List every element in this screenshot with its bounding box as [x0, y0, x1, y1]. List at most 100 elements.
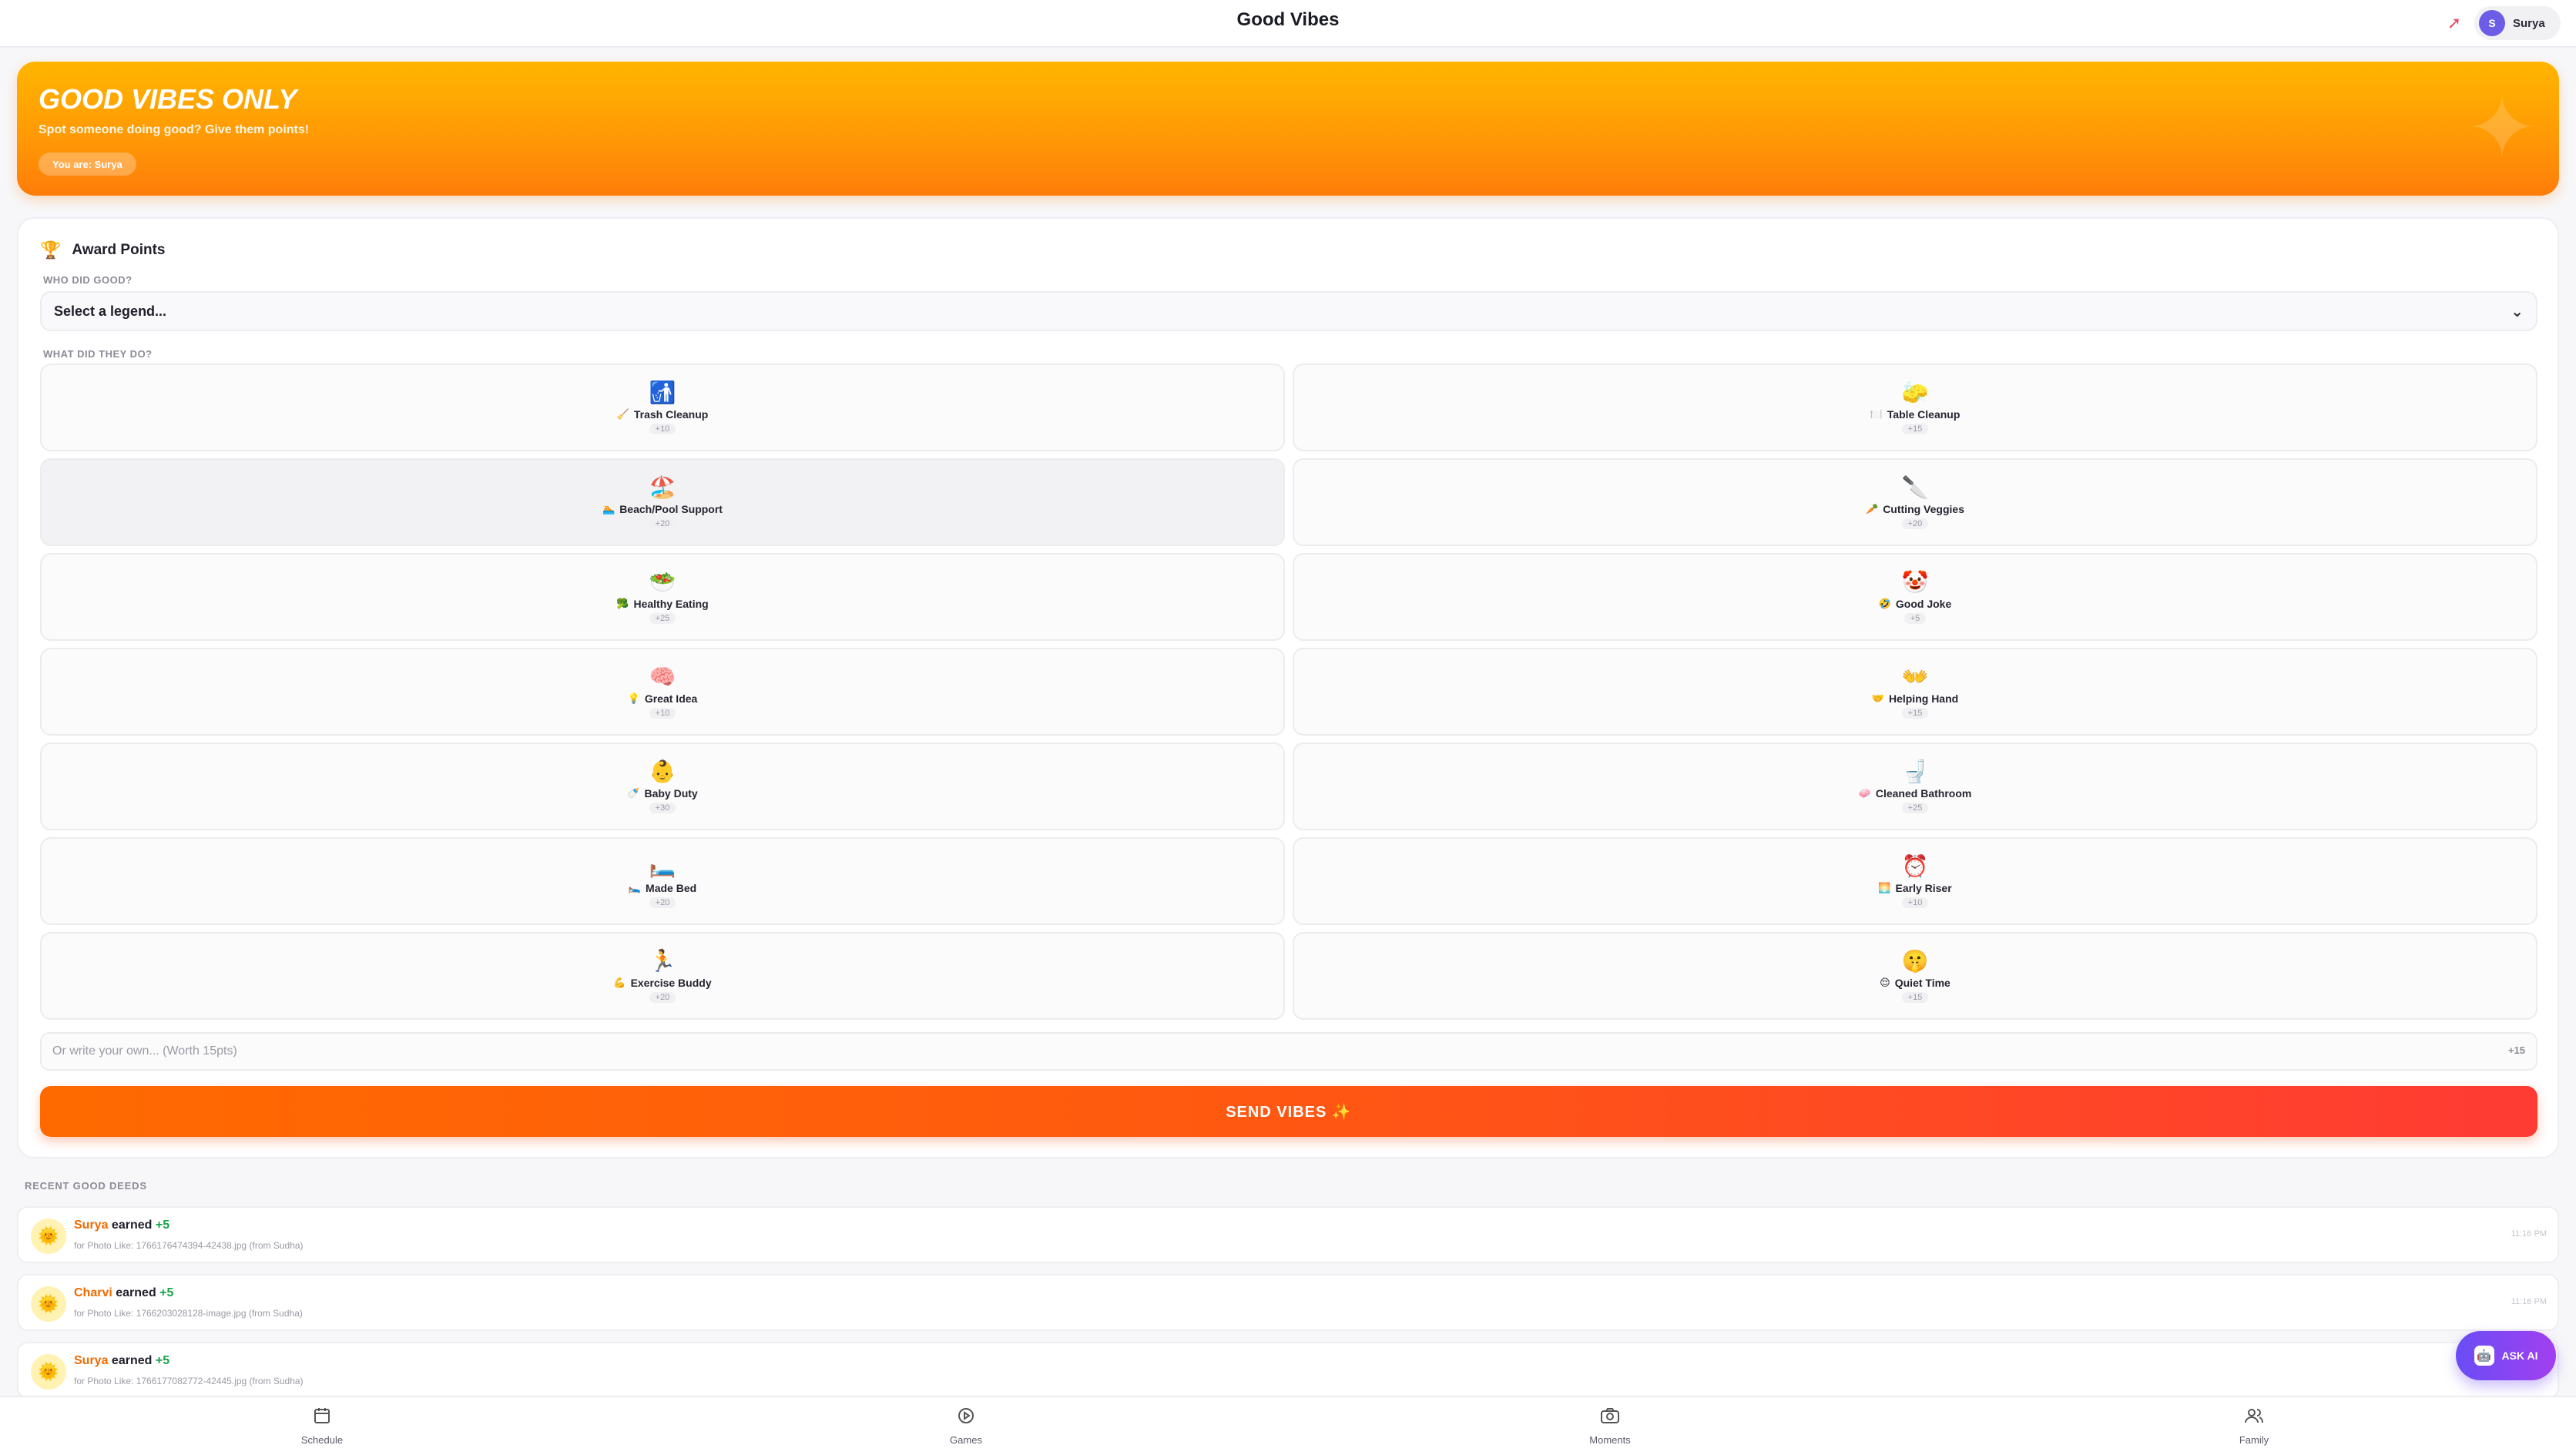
what-label: WHAT DID THEY DO?	[43, 348, 153, 360]
deed-name: 🧹 Trash Cleanup	[617, 408, 709, 421]
feed-item: 🌞 Charvi earned +5 for Photo Like: 1766203…	[17, 1274, 2559, 1331]
feed-user[interactable]: Charvi	[74, 1286, 112, 1299]
feed-amount: +5	[159, 1286, 174, 1299]
deed-option[interactable]: 🧽 🍽️ Table Cleanup +15	[1293, 364, 2537, 451]
deed-label: Helping Hand	[1888, 692, 1959, 705]
nav-schedule[interactable]: Schedule	[0, 1397, 644, 1455]
play-circle-icon	[957, 1406, 975, 1430]
deed-name: 💪 Exercise Buddy	[613, 977, 711, 989]
deed-emoji-icon: 🛏️	[649, 854, 676, 878]
legend-select-value: Select a legend...	[54, 303, 167, 319]
deed-label: Cutting Veggies	[1883, 503, 1964, 515]
feed-earned: earned	[111, 1354, 153, 1367]
deed-small-icon: 😌	[1880, 977, 1890, 988]
who-label: WHO DID GOOD?	[43, 274, 132, 286]
deed-label: Table Cleanup	[1887, 408, 1961, 421]
deed-emoji-icon: ⏰	[1901, 854, 1929, 878]
deed-points: +15	[1901, 424, 1929, 434]
custom-deed-input[interactable]: Or write your own... (Worth 15pts) +15	[40, 1032, 2537, 1071]
custom-deed-placeholder: Or write your own... (Worth 15pts)	[52, 1044, 237, 1058]
deed-option[interactable]: 🤡 🤣 Good Joke +5	[1293, 553, 2537, 641]
deed-points: +15	[1901, 992, 1929, 1003]
sun-icon: 🌞	[31, 1219, 66, 1254]
banner-title: GOOD VIBES ONLY	[39, 83, 297, 115]
recent-title: RECENT GOOD DEEDS	[25, 1180, 147, 1192]
feed-headline: Surya earned +5	[74, 1354, 169, 1368]
banner-subtitle: Spot someone doing good? Give them point…	[39, 123, 310, 136]
deed-emoji-icon: 🏖️	[649, 475, 676, 499]
deed-name: 🤝 Helping Hand	[1872, 692, 1958, 705]
deed-label: Exercise Buddy	[630, 977, 712, 989]
deed-points: +25	[1901, 803, 1929, 813]
user-name: Surya	[2513, 16, 2545, 30]
feed-detail: for Photo Like: 1766176474394-42438.jpg …	[74, 1240, 304, 1251]
deed-option[interactable]: 🛏️ 🛌 Made Bed +20	[40, 837, 1285, 925]
deed-small-icon: 🍽️	[1870, 408, 1883, 420]
trophy-icon: 🏆	[40, 240, 62, 260]
feed-detail: for Photo Like: 1766203028128-image.jpg …	[74, 1308, 303, 1319]
feed-amount: +5	[155, 1219, 170, 1232]
deed-option[interactable]: ⏰ 🌅 Early Riser +10	[1293, 837, 2537, 925]
deed-name: 🧼 Cleaned Bathroom	[1859, 787, 1972, 800]
bottom-nav: Schedule Games Moments Family	[0, 1396, 2576, 1455]
deed-label: Beach/Pool Support	[619, 503, 723, 515]
feed-headline: Charvi earned +5	[74, 1286, 173, 1300]
deed-label: Made Bed	[646, 882, 697, 894]
deed-option[interactable]: 👐 🤝 Helping Hand +15	[1293, 648, 2537, 736]
deed-option[interactable]: 🏃 💪 Exercise Buddy +20	[40, 932, 1285, 1020]
deed-option[interactable]: 🏖️ 🏊 Beach/Pool Support +20	[40, 458, 1285, 546]
feed-amount: +5	[155, 1354, 170, 1367]
deed-option[interactable]: 🥗 🥦 Healthy Eating +25	[40, 553, 1285, 641]
deed-label: Great Idea	[644, 692, 698, 705]
sun-icon: 🌞	[31, 1354, 66, 1390]
deed-option[interactable]: 🤫 😌 Quiet Time +15	[1293, 932, 2537, 1020]
deed-emoji-icon: 🚮	[649, 381, 676, 404]
feed-user[interactable]: Surya	[74, 1219, 108, 1232]
deed-grid: 🚮 🧹 Trash Cleanup +10 🧽 🍽️ Table Cleanup +15 🏖️ 🏊…	[40, 364, 2537, 1020]
deed-name: 🌅 Early Riser	[1878, 882, 1951, 894]
feed-item: 🌞 Surya earned +5 for Photo Like: 17661764…	[17, 1206, 2559, 1263]
deed-option[interactable]: 🚽 🧼 Cleaned Bathroom +25	[1293, 743, 2537, 830]
nav-family[interactable]: Family	[1932, 1397, 2576, 1455]
deed-option[interactable]: 🔪 🥕 Cutting Veggies +20	[1293, 458, 2537, 546]
send-vibes-button[interactable]: SEND VIBES ✨	[40, 1086, 2537, 1137]
award-points-card: 🏆 Award Points WHO DID GOOD? Select a le…	[17, 217, 2559, 1158]
deed-points: +30	[649, 803, 676, 813]
deed-points: +10	[649, 708, 676, 719]
deed-name: 😌 Quiet Time	[1880, 977, 1950, 989]
deed-emoji-icon: 🥗	[649, 570, 676, 594]
deed-name: 🍼 Baby Duty	[627, 787, 697, 800]
nav-label: Games	[950, 1434, 982, 1446]
deed-label: Healthy Eating	[633, 598, 709, 610]
deed-emoji-icon: 🔪	[1901, 475, 1929, 499]
nav-label: Family	[2239, 1434, 2269, 1446]
app-title: Good Vibes	[1236, 9, 1340, 30]
deed-small-icon: 🛌	[628, 882, 642, 893]
ask-ai-label: ASK AI	[2501, 1349, 2538, 1362]
card-header: 🏆 Award Points	[40, 240, 165, 260]
deed-name: 🍽️ Table Cleanup	[1870, 408, 1961, 421]
deed-emoji-icon: 🧠	[649, 665, 676, 689]
nav-moments[interactable]: Moments	[1288, 1397, 1932, 1455]
deed-small-icon: 🧹	[616, 408, 629, 420]
feed-earned: earned	[116, 1286, 156, 1299]
nav-games[interactable]: Games	[644, 1397, 1288, 1455]
user-menu[interactable]: S Surya	[2474, 6, 2561, 40]
deed-small-icon: 💪	[613, 977, 626, 988]
deed-small-icon: 🏊	[602, 503, 615, 515]
feed-user[interactable]: Surya	[74, 1354, 108, 1367]
camera-icon	[1600, 1406, 1620, 1430]
deed-label: Baby Duty	[644, 787, 698, 800]
deed-label: Trash Cleanup	[633, 408, 709, 421]
deed-option[interactable]: 👶 🍼 Baby Duty +30	[40, 743, 1285, 830]
deed-points: +10	[1901, 897, 1929, 908]
deed-option[interactable]: 🚮 🧹 Trash Cleanup +10	[40, 364, 1285, 451]
deed-option[interactable]: 🧠 💡 Great Idea +10	[40, 648, 1285, 736]
legend-select[interactable]: Select a legend... ⌄	[40, 291, 2537, 331]
feed-time: 11:16 PM	[2511, 1229, 2547, 1239]
deed-emoji-icon: 🧽	[1901, 381, 1929, 404]
deed-points: +20	[1901, 518, 1929, 529]
ask-ai-button[interactable]: 🤖 ASK AI	[2456, 1331, 2556, 1380]
share-arrow-icon[interactable]: ➚	[2439, 8, 2470, 39]
deed-small-icon: 💡	[627, 692, 640, 704]
